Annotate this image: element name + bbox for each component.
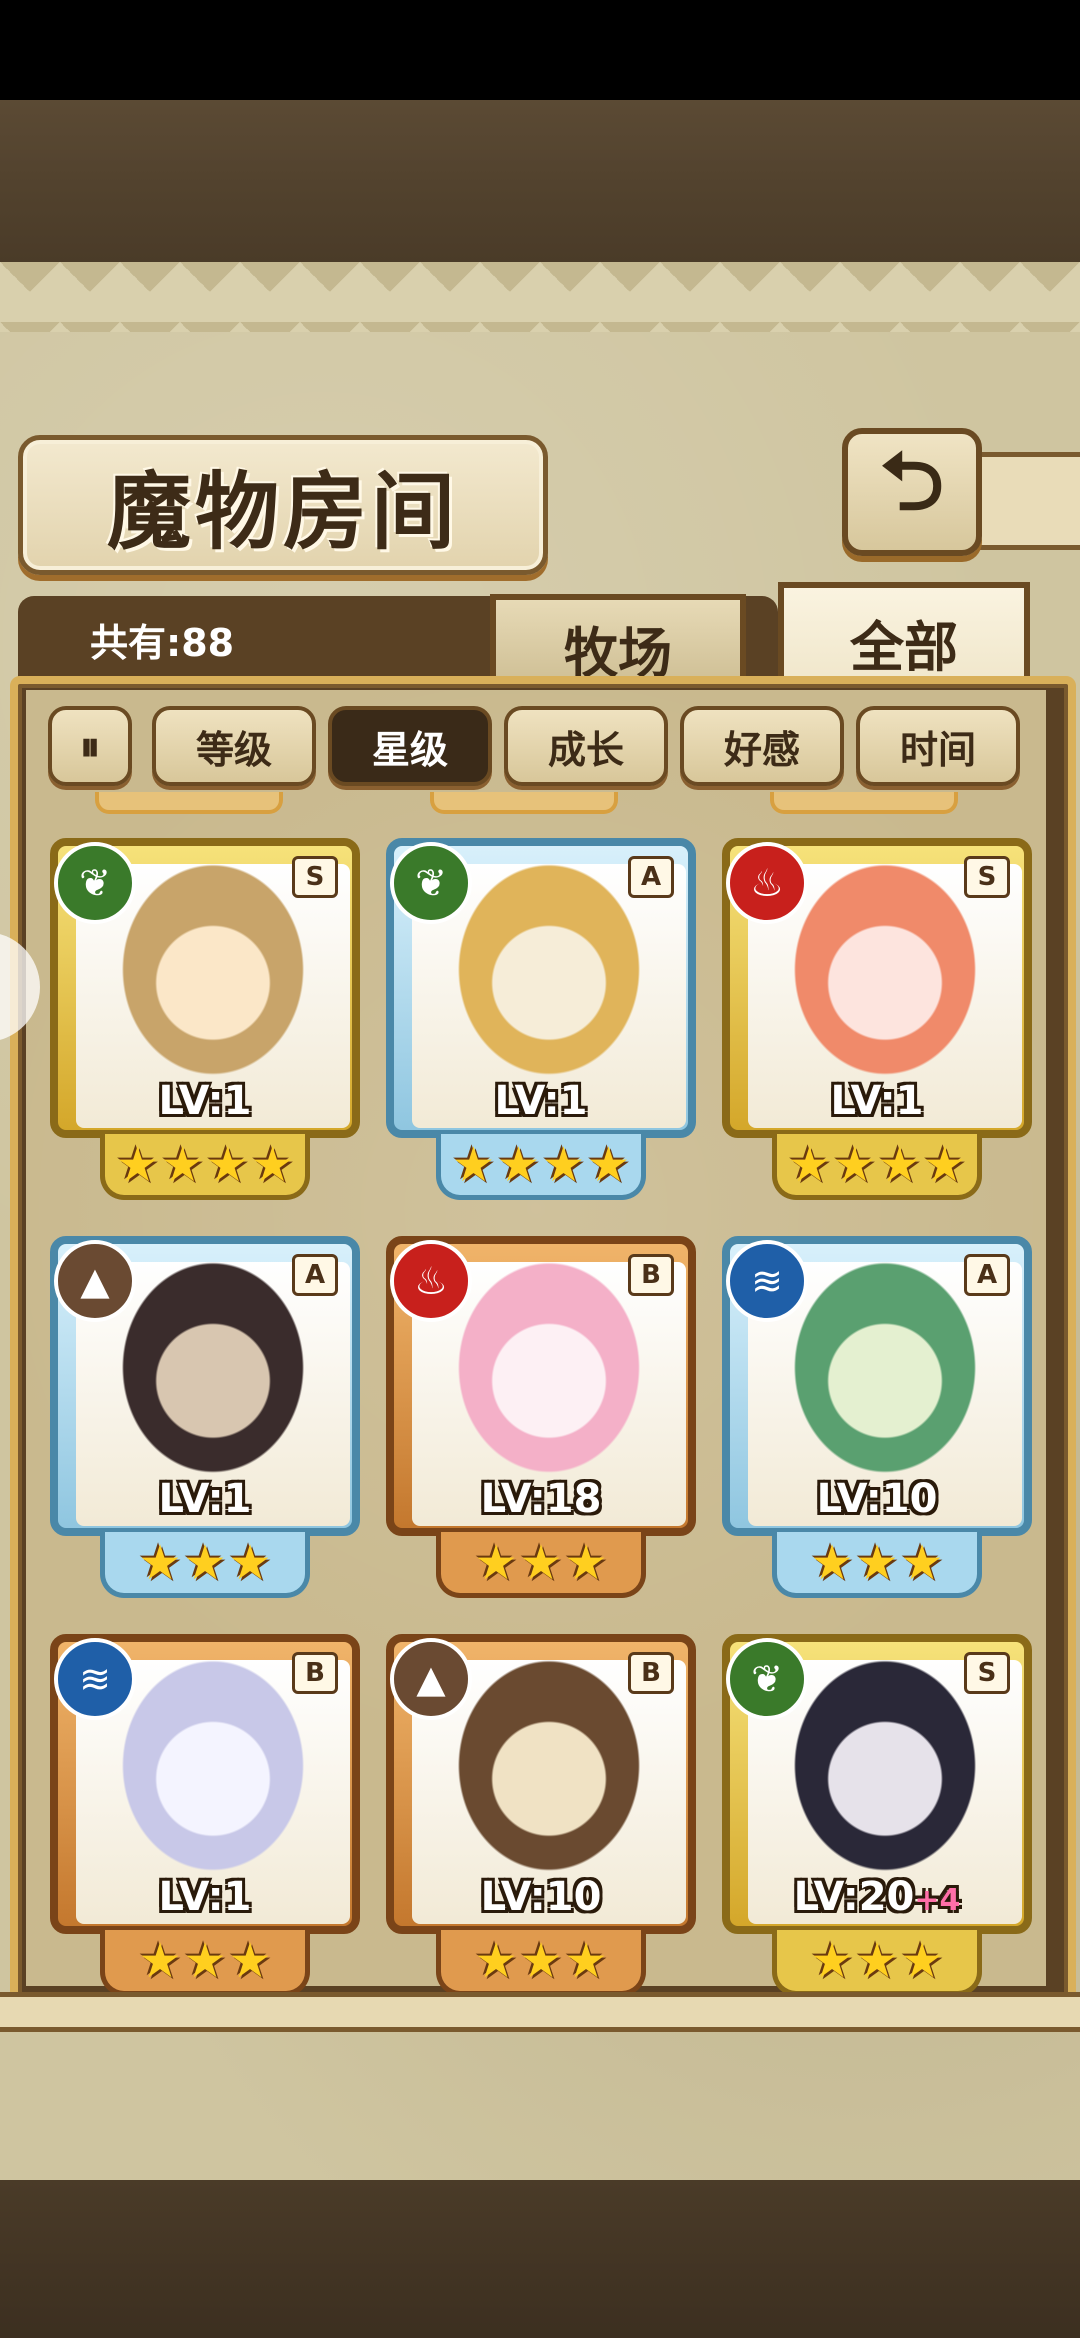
panel-bottom-rail bbox=[0, 1992, 1080, 2032]
status-bar bbox=[0, 0, 1080, 100]
flame-icon: ♨ bbox=[726, 842, 808, 924]
star-icon: ★ bbox=[832, 1136, 876, 1193]
rank-badge: B bbox=[628, 1254, 674, 1296]
back-rail bbox=[975, 452, 1080, 550]
star-icon: ★ bbox=[115, 1136, 159, 1193]
page-title-plate: 魔物房间 bbox=[18, 435, 548, 575]
map-background-bottom bbox=[0, 2180, 1080, 2338]
monster-card[interactable]: B ▲ LV:10 ★ ★ ★ bbox=[386, 1634, 696, 2014]
star-icon: ★ bbox=[474, 1932, 518, 1989]
level-label: LV:1 bbox=[830, 1078, 924, 1124]
star-icon: ★ bbox=[496, 1136, 540, 1193]
waves-icon: ≋ bbox=[726, 1240, 808, 1322]
waves-icon: ≋ bbox=[54, 1638, 136, 1720]
rank-badge: A bbox=[964, 1254, 1010, 1296]
star-icon: ★ bbox=[900, 1932, 944, 1989]
level-label: LV:1 bbox=[494, 1078, 588, 1124]
star-icon: ★ bbox=[451, 1136, 495, 1193]
rank-badge: A bbox=[628, 856, 674, 898]
star-icon: ★ bbox=[160, 1136, 204, 1193]
rank-badge: B bbox=[292, 1652, 338, 1694]
star-icon: ★ bbox=[474, 1534, 518, 1591]
monster-count: 共有:88 bbox=[90, 621, 235, 665]
monster-card[interactable]: A ▲ LV:1 ★ ★ ★ bbox=[50, 1236, 360, 1616]
torn-paper-edge bbox=[0, 262, 1080, 332]
star-icon: ★ bbox=[900, 1534, 944, 1591]
rank-badge: B bbox=[628, 1652, 674, 1694]
monster-card[interactable]: B ♨ LV:18 ★ ★ ★ bbox=[386, 1236, 696, 1616]
rank-badge: S bbox=[292, 856, 338, 898]
star-icon: ★ bbox=[855, 1534, 899, 1591]
star-icon: ★ bbox=[519, 1932, 563, 1989]
level-label: LV:20+4 bbox=[793, 1874, 961, 1920]
star-rating: ★ ★ ★ ★ bbox=[436, 1134, 646, 1200]
star-icon: ★ bbox=[138, 1534, 182, 1591]
star-rating: ★ ★ ★ bbox=[100, 1930, 310, 1996]
level-bonus: +4 bbox=[914, 1883, 961, 1918]
sort-order-toggle-button[interactable]: ⏸ bbox=[48, 706, 132, 786]
star-icon: ★ bbox=[564, 1932, 608, 1989]
rank-badge: S bbox=[964, 1652, 1010, 1694]
star-icon: ★ bbox=[183, 1932, 227, 1989]
monster-card[interactable]: S ❦ LV:20+4 ★ ★ ★ bbox=[722, 1634, 1032, 2014]
star-icon: ★ bbox=[878, 1136, 922, 1193]
star-icon: ★ bbox=[183, 1534, 227, 1591]
monster-card[interactable]: S ♨ LV:1 ★ ★ ★ ★ bbox=[722, 838, 1032, 1218]
level-label: LV:1 bbox=[158, 1874, 252, 1920]
page-title: 魔物房间 bbox=[106, 461, 459, 561]
star-rating: ★ ★ ★ bbox=[436, 1532, 646, 1598]
star-icon: ★ bbox=[810, 1932, 854, 1989]
star-icon: ★ bbox=[587, 1136, 631, 1193]
level-label: LV:10 bbox=[480, 1874, 602, 1920]
star-icon: ★ bbox=[810, 1534, 854, 1591]
star-icon: ★ bbox=[923, 1136, 967, 1193]
star-icon: ★ bbox=[855, 1932, 899, 1989]
rank-badge: A bbox=[292, 1254, 338, 1296]
card-edge-above bbox=[770, 792, 958, 814]
leaf-icon: ❦ bbox=[390, 842, 472, 924]
star-rating: ★ ★ ★ bbox=[772, 1532, 982, 1598]
star-icon: ★ bbox=[564, 1534, 608, 1591]
sort-level-button[interactable]: 等级 bbox=[152, 706, 316, 786]
mountain-icon: ▲ bbox=[390, 1638, 472, 1720]
star-icon: ★ bbox=[787, 1136, 831, 1193]
level-label: LV:10 bbox=[816, 1476, 938, 1522]
monster-card[interactable]: A ≋ LV:10 ★ ★ ★ bbox=[722, 1236, 1032, 1616]
sort-growth-button[interactable]: 成长 bbox=[504, 706, 668, 786]
star-icon: ★ bbox=[228, 1932, 272, 1989]
mountain-icon: ▲ bbox=[54, 1240, 136, 1322]
star-icon: ★ bbox=[206, 1136, 250, 1193]
back-return-icon: ⮌ bbox=[879, 435, 945, 528]
level-label: LV:18 bbox=[480, 1476, 602, 1522]
leaf-icon: ❦ bbox=[726, 1638, 808, 1720]
level-label: LV:1 bbox=[158, 1078, 252, 1124]
card-edge-above bbox=[95, 792, 283, 814]
star-rating: ★ ★ ★ bbox=[772, 1930, 982, 1996]
star-icon: ★ bbox=[228, 1534, 272, 1591]
star-icon: ★ bbox=[138, 1932, 182, 1989]
star-rating: ★ ★ ★ ★ bbox=[772, 1134, 982, 1200]
star-icon: ★ bbox=[251, 1136, 295, 1193]
sort-star-button[interactable]: 星级 bbox=[328, 706, 492, 786]
flame-icon: ♨ bbox=[390, 1240, 472, 1322]
monster-card[interactable]: A ❦ LV:1 ★ ★ ★ ★ bbox=[386, 838, 696, 1218]
sort-affection-button[interactable]: 好感 bbox=[680, 706, 844, 786]
monster-card[interactable]: S ❦ LV:1 ★ ★ ★ ★ bbox=[50, 838, 360, 1218]
level-label: LV:1 bbox=[158, 1476, 252, 1522]
back-button[interactable]: ⮌ bbox=[842, 428, 982, 556]
card-edge-above bbox=[430, 792, 618, 814]
monster-card[interactable]: B ≋ LV:1 ★ ★ ★ bbox=[50, 1634, 360, 2014]
star-rating: ★ ★ ★ bbox=[436, 1930, 646, 1996]
rank-badge: S bbox=[964, 856, 1010, 898]
star-rating: ★ ★ ★ bbox=[100, 1532, 310, 1598]
star-rating: ★ ★ ★ ★ bbox=[100, 1134, 310, 1200]
map-background-top bbox=[0, 100, 1080, 268]
leaf-icon: ❦ bbox=[54, 842, 136, 924]
star-icon: ★ bbox=[519, 1534, 563, 1591]
sort-time-button[interactable]: 时间 bbox=[856, 706, 1020, 786]
star-icon: ★ bbox=[542, 1136, 586, 1193]
